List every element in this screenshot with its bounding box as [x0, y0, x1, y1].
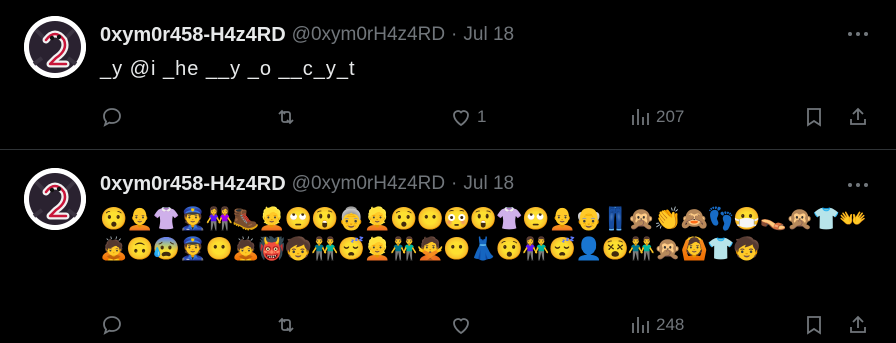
avatar-image: [24, 16, 86, 78]
reply-button[interactable]: [100, 103, 124, 131]
more-horizontal-icon: [848, 32, 868, 36]
heart-icon: [453, 110, 469, 127]
avatar[interactable]: [24, 16, 86, 78]
tweet-text: _y @i _he __y _o __c_y_t: [100, 58, 356, 80]
more-options-button[interactable]: [844, 171, 872, 199]
like-count: 1: [477, 107, 487, 126]
avatar[interactable]: [24, 168, 86, 230]
reply-icon: [103, 108, 121, 127]
action-bar: 1 207: [100, 103, 872, 131]
separator-dot: ·: [451, 173, 458, 194]
share-button[interactable]: [846, 311, 870, 339]
retweet-button[interactable]: [274, 311, 298, 339]
bookmark-button[interactable]: [802, 103, 826, 131]
tweet-header: 0xym0r458-H4z4RD @0xym0rH4z4RD · Jul 18: [100, 22, 514, 48]
heart-icon: [453, 318, 469, 335]
views-bar-chart-icon: [632, 109, 649, 125]
bookmark-icon: [807, 316, 821, 335]
action-bar: 248: [100, 311, 872, 339]
retweet-icon: [278, 317, 294, 333]
avatar-image: [24, 168, 86, 230]
bookmark-button[interactable]: [802, 311, 826, 339]
like-button[interactable]: [449, 311, 477, 339]
more-horizontal-icon: [848, 183, 868, 187]
views-bar-chart-icon: [632, 317, 649, 333]
separator-dot: ·: [451, 24, 458, 45]
views-button[interactable]: 248: [628, 311, 684, 339]
share-button[interactable]: [846, 103, 870, 131]
tweet[interactable]: 0xym0r458-H4z4RD @0xym0rH4z4RD · Jul 18 …: [0, 0, 896, 150]
views-button[interactable]: 207: [628, 103, 684, 131]
bookmark-icon: [807, 108, 821, 127]
user-handle[interactable]: @0xym0rH4z4RD: [292, 24, 445, 46]
tweet-header: 0xym0r458-H4z4RD @0xym0rH4z4RD · Jul 18: [100, 171, 514, 197]
reply-button[interactable]: [100, 311, 124, 339]
share-icon: [850, 315, 866, 333]
reply-icon: [103, 316, 121, 335]
post-date[interactable]: Jul 18: [463, 173, 514, 195]
display-name[interactable]: 0xym0r458-H4z4RD: [100, 173, 286, 196]
like-button[interactable]: 1: [449, 103, 486, 131]
view-count: 248: [656, 315, 685, 334]
tweet[interactable]: 0xym0r458-H4z4RD @0xym0rH4z4RD · Jul 18 …: [0, 151, 896, 343]
user-handle[interactable]: @0xym0rH4z4RD: [292, 173, 445, 195]
retweet-icon: [278, 109, 294, 125]
retweet-button[interactable]: [274, 103, 298, 131]
post-date[interactable]: Jul 18: [463, 24, 514, 46]
more-options-button[interactable]: [844, 20, 872, 48]
share-icon: [850, 107, 866, 125]
tweet-text: 😯🧑‍🦲👚👮👭🥾👱🙄😲👵👱😯😶😳😲👚🙄🧑‍🦲👴👖🙊👏🙈👣😷👡🙊👕👐🙇🙃😰👮😶🙇👹…: [100, 206, 866, 261]
view-count: 207: [656, 107, 685, 126]
display-name[interactable]: 0xym0r458-H4z4RD: [100, 24, 286, 47]
